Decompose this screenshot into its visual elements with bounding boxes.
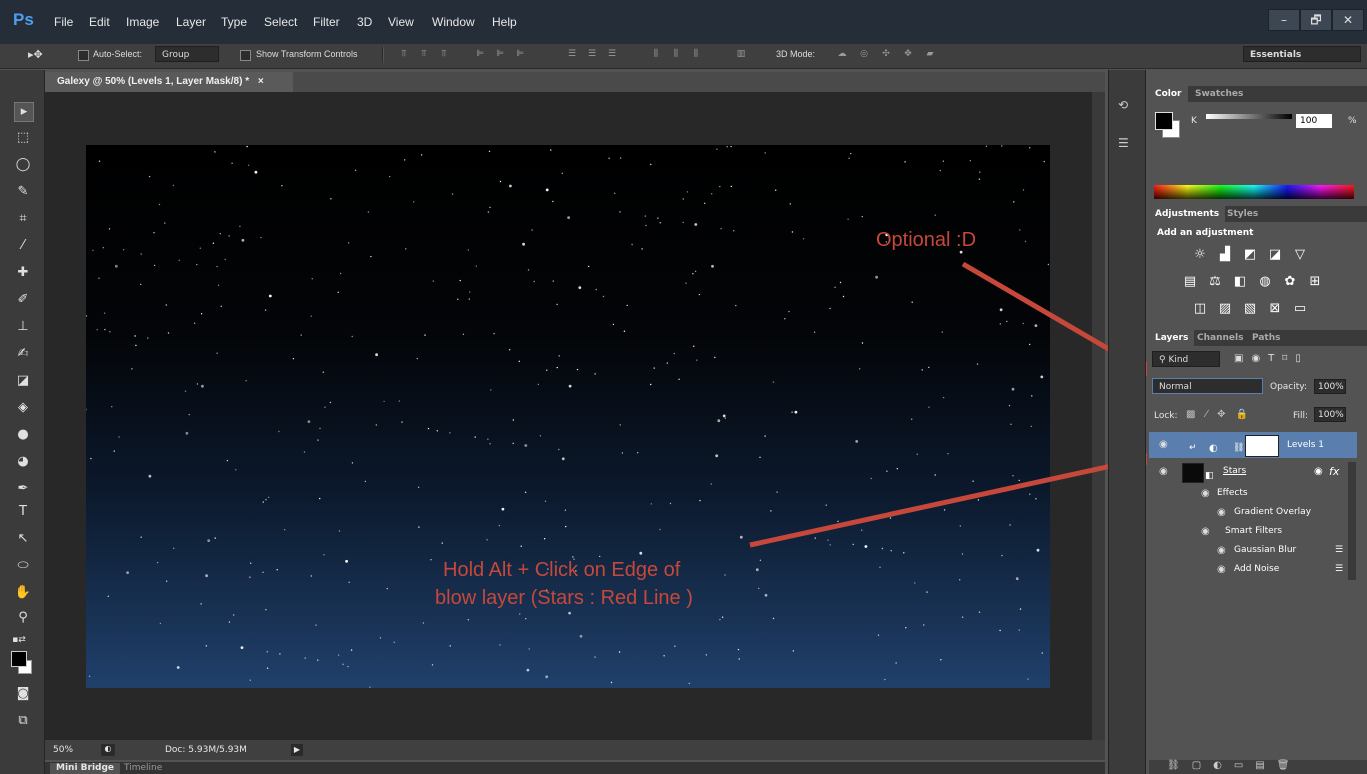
gradient-overlay-row[interactable]: ◉ Gradient Overlay [1149,503,1357,522]
brightness-icon[interactable]: ☼ [1193,248,1207,262]
color-lookup-icon[interactable]: ⊞ [1308,275,1322,289]
tab-adjustments[interactable]: Adjustments [1149,206,1226,222]
fill-label: Fill: [1293,411,1309,421]
status-menu-arrow-icon[interactable]: ▶ [291,744,303,756]
add-adjustment-heading: Add an adjustment [1157,228,1254,238]
invert-icon[interactable]: ◫ [1193,302,1207,316]
color-balance-icon[interactable]: ⚖ [1208,275,1222,289]
layer-filter-dropdown[interactable]: ⚲ Kind [1152,351,1220,367]
k-unit: % [1348,116,1357,126]
add-noise-label: Add Noise [1234,564,1280,574]
gradient-map-icon[interactable]: ▭ [1293,302,1307,316]
gaussian-blur-label: Gaussian Blur [1234,545,1297,555]
mask-link-icon[interactable]: ⛓ [1233,439,1244,458]
layer-levels-1[interactable]: ◉ ↵ ◐ ⛓ Levels 1 [1149,432,1357,458]
smart-filters-row[interactable]: ◉ Smart Filters [1149,522,1357,541]
layer-thumbnail [1182,463,1204,483]
collapsed-panel-strip [1108,70,1146,774]
clipping-arrow-icon: ↵ [1189,443,1197,453]
color-channel-label: K [1191,116,1197,126]
k-value-field[interactable]: 100 [1296,114,1332,128]
add-noise-row[interactable]: ◉ Add Noise ☰ [1149,560,1357,579]
layer-mask-thumbnail[interactable] [1245,435,1279,457]
opacity-field[interactable]: 100% [1314,379,1346,394]
layers-footer-icons[interactable]: ⛓▢◐▭▤🗑 [1167,760,1301,771]
k-slider[interactable] [1206,114,1292,119]
visibility-eye-icon[interactable]: ◉ [1217,565,1227,575]
layer-stars[interactable]: ◉ ◧ Stars ◉ fx [1149,462,1357,483]
filter-type-icons[interactable]: ▣◉T⌑▯ [1234,353,1309,364]
tab-mini-bridge[interactable]: Mini Bridge [50,763,121,774]
levels-icon[interactable]: ▟ [1218,248,1232,262]
tab-styles[interactable]: Styles [1221,206,1264,222]
annotation-hold-alt-line1: Hold Alt + Click on Edge of [443,559,681,581]
color-panel-tabs: Color Swatches [1149,86,1367,102]
tab-channels[interactable]: Channels [1191,330,1249,346]
share-icon[interactable]: ◐ [101,744,115,756]
tab-layers[interactable]: Layers [1149,330,1195,346]
visibility-eye-icon[interactable]: ◉ [1201,527,1211,537]
adjustment-layer-icon: ◐ [1209,443,1218,454]
visibility-eye-icon[interactable]: ◉ [1217,546,1227,556]
annotation-hold-alt-line2: blow layer (Stars : Red Line ) [435,587,693,609]
hue-saturation-icon[interactable]: ▤ [1183,275,1197,289]
vibrance-icon[interactable]: ▽ [1293,248,1307,262]
channel-mixer-icon[interactable]: ✿ [1283,275,1297,289]
fill-field[interactable]: 100% [1314,407,1346,422]
history-panel-icon[interactable]: ⟲ [1118,98,1128,112]
layer-name[interactable]: Levels 1 [1287,436,1324,455]
gradient-overlay-label: Gradient Overlay [1234,507,1312,517]
color-ramp[interactable] [1154,185,1354,199]
layer-name[interactable]: Stars [1223,462,1246,481]
layers-panel-tabs: Layers Channels Paths [1149,330,1367,346]
visibility-eye-icon[interactable]: ◉ [1201,489,1211,499]
tab-color[interactable]: Color [1149,86,1188,102]
zoom-level[interactable]: 50% [53,745,73,755]
visibility-eye-icon[interactable]: ◉ [1159,440,1169,450]
gaussian-blur-row[interactable]: ◉ Gaussian Blur ☰ [1149,541,1357,560]
visibility-eye-icon[interactable]: ◉ [1217,508,1227,518]
arrow-to-stars-layer [749,444,1158,548]
properties-panel-icon[interactable]: ☰ [1118,136,1129,150]
doc-info: Doc: 5.93M/5.93M [165,745,247,755]
exposure-icon[interactable]: ◪ [1268,248,1282,262]
threshold-icon[interactable]: ▧ [1243,302,1257,316]
curves-icon[interactable]: ◩ [1243,248,1257,262]
opacity-label: Opacity: [1270,382,1307,392]
bottom-panel-tabs [45,762,1105,774]
blend-mode-dropdown[interactable]: Normal [1152,378,1263,394]
effects-label: Effects [1217,488,1248,498]
lock-label: Lock: [1154,411,1178,421]
smart-filter-icon: ◉ [1314,466,1323,477]
layers-empty-area [1149,580,1357,760]
color-fg-swatch[interactable] [1155,112,1173,130]
fx-badge[interactable]: fx [1329,462,1339,481]
tab-swatches[interactable]: Swatches [1189,86,1249,102]
tab-paths[interactable]: Paths [1246,330,1287,346]
visibility-eye-icon[interactable]: ◉ [1159,467,1169,477]
filter-options-icon[interactable]: ☰ [1335,560,1343,579]
layer-filter-value: Kind [1168,355,1189,365]
posterize-icon[interactable]: ▨ [1218,302,1232,316]
annotation-optional: Optional :D [876,229,977,251]
adjustments-panel-tabs: Adjustments Styles [1149,206,1367,222]
filter-options-icon[interactable]: ☰ [1335,541,1343,560]
selective-color-icon[interactable]: ⊠ [1268,302,1282,316]
effects-row[interactable]: ◉ Effects [1149,484,1357,503]
layers-footer: ⛓▢◐▭▤🗑 [1149,760,1367,774]
tab-timeline[interactable]: Timeline [124,763,162,774]
smart-filters-label: Smart Filters [1225,526,1283,536]
black-white-icon[interactable]: ◧ [1233,275,1247,289]
photo-filter-icon[interactable]: ◍ [1258,275,1272,289]
lock-icons[interactable]: ▩⁄✥🔒 [1186,409,1258,420]
